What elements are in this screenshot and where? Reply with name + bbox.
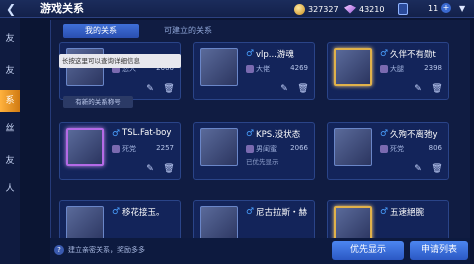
edit-pen-icon[interactable]: ✎ xyxy=(278,83,290,95)
intimacy-points: 2257 xyxy=(156,144,174,152)
hint-text: 建立亲密关系，奖励多多 xyxy=(68,246,145,254)
relation-icon xyxy=(380,65,388,73)
gold-currency: 327327 xyxy=(294,2,339,16)
relation-icon xyxy=(112,145,120,153)
intimacy-points: 2066 xyxy=(290,144,308,152)
friend-name: TSL.Fat-boy xyxy=(122,128,172,138)
avatar[interactable] xyxy=(334,128,372,166)
gold-amount: 327327 xyxy=(308,4,339,14)
delete-trash-icon[interactable]: 🗑 xyxy=(431,163,443,175)
delete-trash-icon[interactable]: 🗑 xyxy=(431,83,443,95)
edit-pen-icon[interactable]: ✎ xyxy=(412,163,424,175)
relation-type: 死党 xyxy=(122,145,136,153)
intimacy-points: 4269 xyxy=(290,64,308,72)
diamond-currency: 43210 xyxy=(344,2,384,16)
male-icon: ♂ xyxy=(246,207,255,217)
relationship-panel: 我的关系 可建立的关系 恋人 2000 ✎ 🗑 ♂ vlp...游魂 大佬 42… xyxy=(50,20,470,264)
relation-type: 死党 xyxy=(390,145,404,153)
page-title: 游戏关系 xyxy=(40,2,84,15)
avatar[interactable] xyxy=(334,48,372,86)
relation-card[interactable]: ♂ 久殉不离弛y 死党 806 ✎ 🗑 xyxy=(327,122,449,180)
friend-name: KPS.没状态 xyxy=(256,130,301,140)
side-item-5[interactable]: 友 xyxy=(0,150,20,172)
priority-display-button[interactable]: 优先显示 xyxy=(332,241,404,260)
friend-name: 久伴不有勋t xyxy=(390,50,436,60)
relation-card[interactable]: ♂ KPS.没状态 男闺蜜 2066 已优先显示 xyxy=(193,122,315,180)
intimacy-points: 2398 xyxy=(424,64,442,72)
friend-name: 久殉不离弛y xyxy=(390,130,438,140)
male-icon: ♂ xyxy=(246,129,255,139)
delete-trash-icon[interactable]: 🗑 xyxy=(163,83,175,95)
edit-pen-icon[interactable]: ✎ xyxy=(144,83,156,95)
relation-type: 大佬 xyxy=(256,65,270,73)
friend-name: 尼古拉斯・赫 xyxy=(256,208,308,218)
relation-icon xyxy=(246,65,254,73)
tab-bar: 我的关系 可建立的关系 xyxy=(63,24,263,38)
relation-card[interactable]: 恋人 2000 ✎ 🗑 xyxy=(59,42,181,100)
request-list-button[interactable]: 申请列表 xyxy=(410,241,468,260)
ticket-count: 11 xyxy=(428,4,439,13)
side-menu: 友 友 系 丝 友 人 xyxy=(0,18,20,264)
male-icon: ♂ xyxy=(246,49,255,59)
relation-type: 男闺蜜 xyxy=(256,145,277,153)
add-ticket-button[interactable]: + xyxy=(441,3,451,13)
relation-icon xyxy=(380,145,388,153)
relation-card[interactable]: ♂ TSL.Fat-boy 死党 2257 ✎ 🗑 xyxy=(59,122,181,180)
ticket-icon[interactable] xyxy=(398,3,408,15)
edit-pen-icon[interactable]: ✎ xyxy=(412,83,424,95)
relation-card[interactable]: ♂ vlp...游魂 大佬 4269 ✎ 🗑 xyxy=(193,42,315,100)
long-press-tooltip: 长按这里可以查询详细信息 xyxy=(59,54,181,68)
priority-shown-label: 已优先显示 xyxy=(246,158,279,166)
back-arrow-icon[interactable]: ❮ xyxy=(6,2,16,16)
dropdown-icon[interactable]: ▼ xyxy=(459,3,465,15)
friend-name: 五速絕腕 xyxy=(390,208,425,218)
delete-trash-icon[interactable]: 🗑 xyxy=(163,163,175,175)
friend-name: 移花接玉。 xyxy=(122,208,165,218)
avatar[interactable] xyxy=(200,128,238,166)
relation-type: 大腿 xyxy=(390,65,404,73)
male-icon: ♂ xyxy=(112,129,121,139)
side-item-relationship[interactable]: 系 xyxy=(0,90,20,112)
tab-buildable-relations[interactable]: 可建立的关系 xyxy=(143,24,233,38)
avatar[interactable] xyxy=(66,128,104,166)
side-item-6[interactable]: 人 xyxy=(0,178,20,200)
male-icon: ♂ xyxy=(380,129,389,139)
diamond-icon xyxy=(344,4,356,14)
male-icon: ♂ xyxy=(112,207,121,217)
question-icon[interactable]: ? xyxy=(54,245,64,255)
avatar[interactable] xyxy=(200,48,238,86)
new-title-badge[interactable]: 有新的关系称号 xyxy=(63,96,133,108)
side-item-1[interactable]: 友 xyxy=(0,28,20,50)
diamond-amount: 43210 xyxy=(359,4,385,14)
relation-icon xyxy=(246,145,254,153)
male-icon: ♂ xyxy=(380,49,389,59)
edit-pen-icon[interactable]: ✎ xyxy=(144,163,156,175)
intimacy-points: 806 xyxy=(428,144,442,152)
friend-name: vlp...游魂 xyxy=(256,50,294,60)
side-item-2[interactable]: 友 xyxy=(0,60,20,82)
gold-coin-icon xyxy=(294,3,305,15)
relation-card[interactable]: ♂ 久伴不有勋t 大腿 2398 ✎ 🗑 xyxy=(327,42,449,100)
top-bar: ❮ 游戏关系 327327 43210 11 + ▼ xyxy=(0,0,474,18)
delete-trash-icon[interactable]: 🗑 xyxy=(297,83,309,95)
male-icon: ♂ xyxy=(380,207,389,217)
tab-my-relations[interactable]: 我的关系 xyxy=(63,24,139,38)
side-item-4[interactable]: 丝 xyxy=(0,118,20,140)
bottom-bar: ? 建立亲密关系，奖励多多 优先显示 申请列表 xyxy=(50,238,470,264)
